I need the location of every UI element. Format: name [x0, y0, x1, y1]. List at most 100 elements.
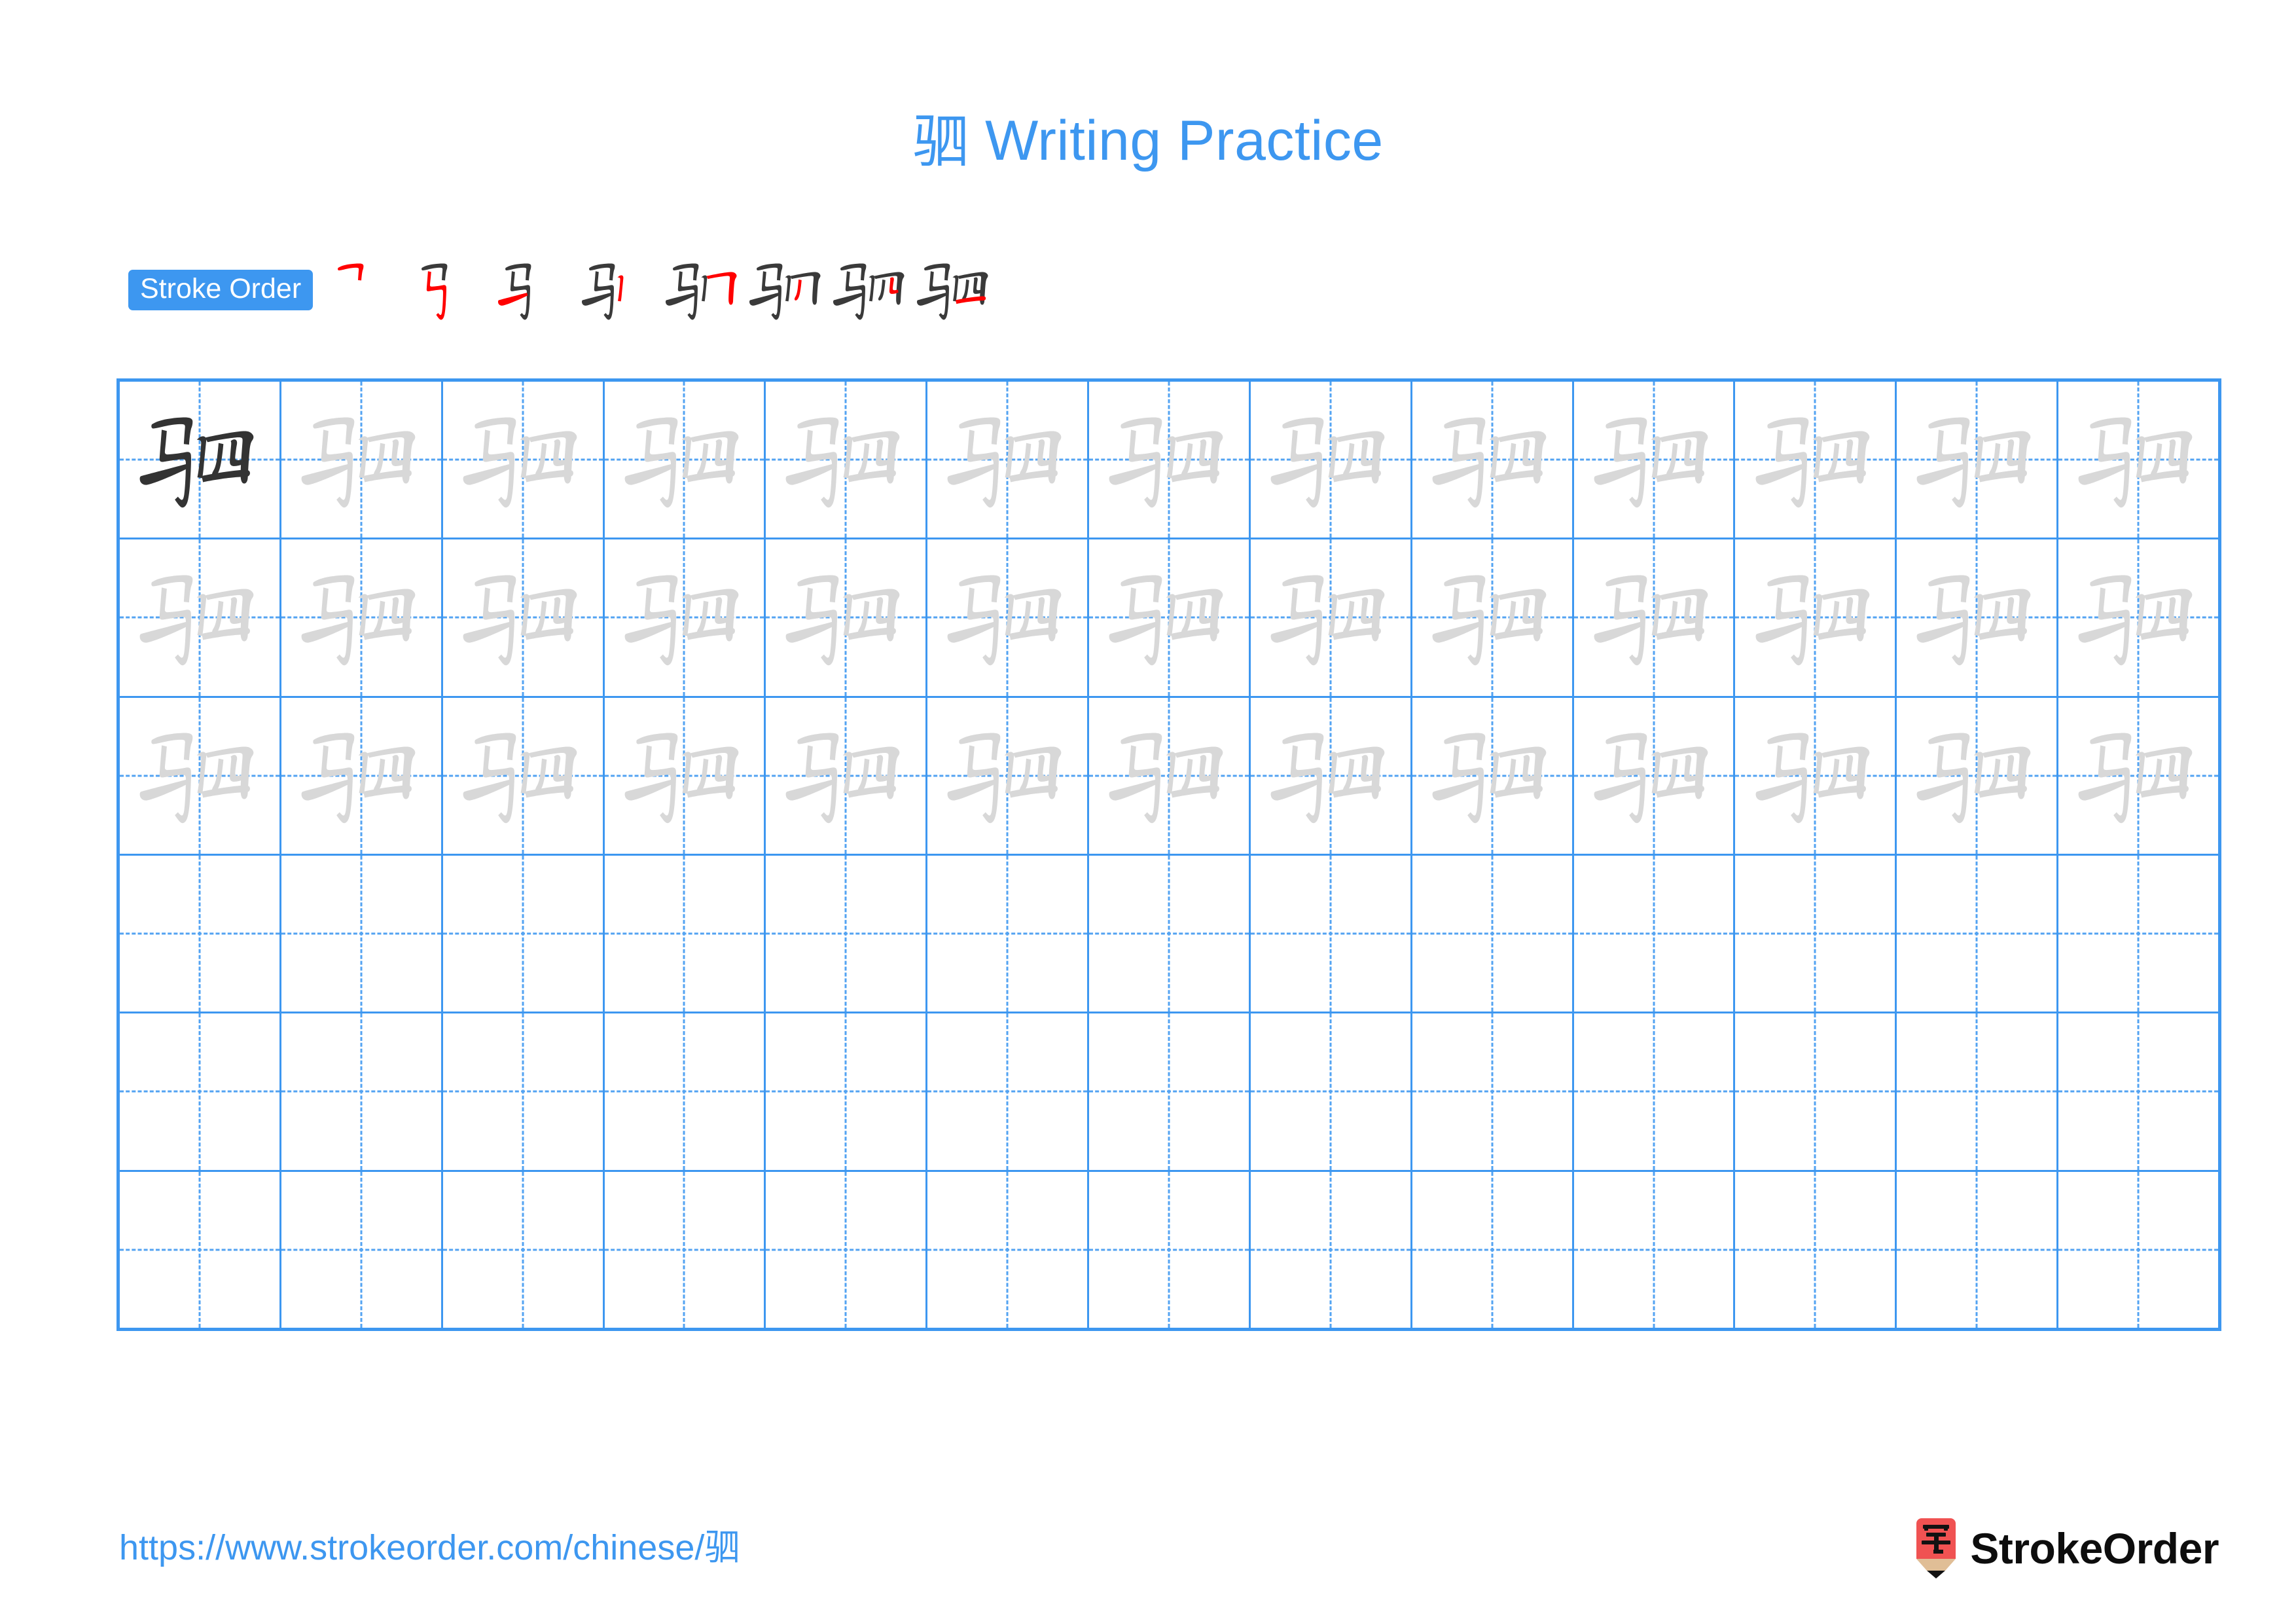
- practice-cell-empty[interactable]: [281, 1171, 443, 1328]
- practice-cell-trace[interactable]: [281, 382, 443, 538]
- practice-cell-empty[interactable]: [1897, 1171, 2059, 1328]
- practice-cell-empty[interactable]: [766, 1171, 928, 1328]
- practice-cell-empty[interactable]: [1412, 855, 1574, 1012]
- practice-cell-trace[interactable]: [443, 539, 605, 696]
- practice-cell-empty[interactable]: [1412, 1013, 1574, 1170]
- trace-character: [1089, 698, 1249, 854]
- practice-cell-empty[interactable]: [1574, 1171, 1736, 1328]
- practice-cell-empty[interactable]: [1574, 1013, 1736, 1170]
- practice-cell-empty[interactable]: [1089, 1013, 1251, 1170]
- trace-character: [605, 539, 764, 695]
- practice-cell-empty[interactable]: [766, 855, 928, 1012]
- practice-cell-trace[interactable]: [605, 382, 766, 538]
- practice-cell-trace[interactable]: [2058, 539, 2218, 695]
- practice-cell-trace[interactable]: [1735, 382, 1897, 538]
- trace-character: [2058, 698, 2218, 854]
- practice-cell-empty[interactable]: [1574, 855, 1736, 1012]
- practice-cell-trace[interactable]: [1251, 382, 1412, 538]
- stroke-step-5: [661, 248, 745, 332]
- practice-cell-empty[interactable]: [2058, 856, 2218, 1012]
- practice-cell-trace[interactable]: [1089, 697, 1251, 854]
- practice-cell-trace[interactable]: [281, 697, 443, 854]
- practice-cell-trace[interactable]: [1412, 382, 1574, 538]
- trace-character: [1412, 698, 1572, 854]
- footer-url-link[interactable]: https://www.strokeorder.com/chinese/驷: [119, 1530, 740, 1565]
- practice-cell-trace[interactable]: [120, 697, 281, 854]
- practice-cell-empty[interactable]: [1735, 1171, 1897, 1328]
- practice-cell-empty[interactable]: [1251, 855, 1412, 1012]
- practice-cell-trace[interactable]: [2058, 698, 2218, 854]
- practice-cell-trace[interactable]: [281, 539, 443, 696]
- practice-cell-empty[interactable]: [1897, 1013, 2059, 1170]
- practice-cell-trace[interactable]: [605, 539, 766, 696]
- practice-cell-empty[interactable]: [1251, 1171, 1412, 1328]
- practice-cell-trace[interactable]: [443, 697, 605, 854]
- practice-cell-empty[interactable]: [443, 1171, 605, 1328]
- practice-cell-trace[interactable]: [443, 382, 605, 538]
- practice-cell-trace[interactable]: [766, 382, 928, 538]
- practice-cell-trace[interactable]: [1089, 539, 1251, 696]
- practice-cell-empty[interactable]: [1251, 1013, 1412, 1170]
- practice-cell-empty[interactable]: [1412, 1171, 1574, 1328]
- practice-cell-trace[interactable]: [927, 382, 1090, 538]
- practice-cell-trace[interactable]: [766, 697, 928, 854]
- practice-cell-empty[interactable]: [927, 855, 1090, 1012]
- practice-cell-trace[interactable]: [1735, 697, 1897, 854]
- trace-character: [1251, 382, 1410, 538]
- practice-cell-empty[interactable]: [1735, 855, 1897, 1012]
- practice-cell-trace[interactable]: [927, 697, 1090, 854]
- practice-cell-empty[interactable]: [443, 855, 605, 1012]
- trace-character: [1251, 698, 1410, 854]
- practice-cell-empty[interactable]: [120, 1171, 281, 1328]
- trace-character: [766, 539, 925, 695]
- practice-cell-empty[interactable]: [766, 1013, 928, 1170]
- practice-cell-empty[interactable]: [605, 1171, 766, 1328]
- trace-character: [1412, 382, 1572, 538]
- practice-cell-empty[interactable]: [281, 855, 443, 1012]
- practice-cell-trace[interactable]: [766, 539, 928, 696]
- practice-cell-trace[interactable]: [1412, 697, 1574, 854]
- practice-cell-empty[interactable]: [1735, 1013, 1897, 1170]
- trace-character: [120, 698, 279, 854]
- practice-cell-empty[interactable]: [605, 855, 766, 1012]
- practice-cell-trace[interactable]: [1089, 382, 1251, 538]
- practice-cell-trace[interactable]: [1251, 697, 1412, 854]
- trace-character: [1574, 698, 1734, 854]
- practice-cell-solid[interactable]: [120, 382, 281, 538]
- trace-character: [1574, 382, 1734, 538]
- practice-cell-empty[interactable]: [605, 1013, 766, 1170]
- practice-cell-empty[interactable]: [1089, 1171, 1251, 1328]
- practice-cell-empty[interactable]: [120, 855, 281, 1012]
- pencil-logo-icon: [1914, 1518, 1958, 1578]
- practice-cell-trace[interactable]: [120, 539, 281, 696]
- trace-character: [281, 382, 441, 538]
- practice-cell-trace[interactable]: [1897, 382, 2059, 538]
- practice-cell-trace[interactable]: [1735, 539, 1897, 696]
- practice-cell-empty[interactable]: [2058, 1172, 2218, 1328]
- practice-cell-empty[interactable]: [443, 1013, 605, 1170]
- practice-cell-trace[interactable]: [605, 697, 766, 854]
- practice-cell-trace[interactable]: [2058, 382, 2218, 538]
- trace-character: [281, 698, 441, 854]
- practice-cell-trace[interactable]: [1251, 539, 1412, 696]
- trace-character: [1735, 698, 1895, 854]
- practice-cell-trace[interactable]: [1574, 382, 1736, 538]
- practice-cell-trace[interactable]: [1897, 697, 2059, 854]
- practice-cell-trace[interactable]: [1574, 697, 1736, 854]
- practice-cell-trace[interactable]: [1412, 539, 1574, 696]
- grid-row: [120, 539, 2218, 698]
- practice-cell-empty[interactable]: [927, 1171, 1090, 1328]
- practice-cell-empty[interactable]: [120, 1013, 281, 1170]
- trace-character: [927, 382, 1087, 538]
- practice-cell-empty[interactable]: [927, 1013, 1090, 1170]
- practice-cell-trace[interactable]: [1897, 539, 2059, 696]
- practice-cell-empty[interactable]: [2058, 1013, 2218, 1169]
- practice-grid: [117, 378, 2221, 1331]
- practice-cell-trace[interactable]: [1574, 539, 1736, 696]
- practice-cell-empty[interactable]: [1089, 855, 1251, 1012]
- trace-character: [281, 539, 441, 695]
- practice-cell-trace[interactable]: [927, 539, 1090, 696]
- trace-character: [1089, 539, 1249, 695]
- practice-cell-empty[interactable]: [281, 1013, 443, 1170]
- practice-cell-empty[interactable]: [1897, 855, 2059, 1012]
